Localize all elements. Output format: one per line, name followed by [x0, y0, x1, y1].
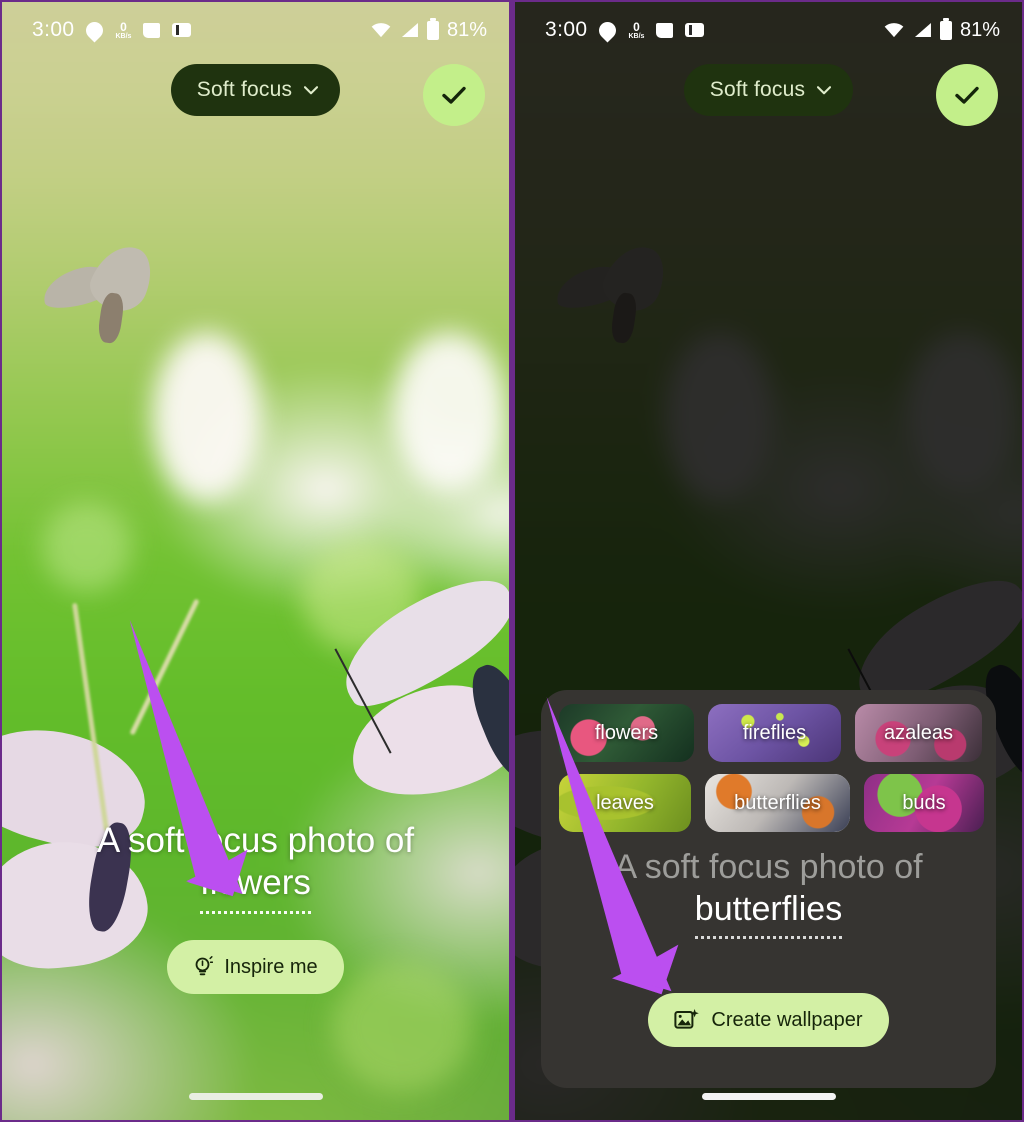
prompt-prefix: A soft focus photo of: [96, 820, 415, 860]
wifi-icon: [371, 23, 391, 38]
suggestion-chip-label: butterflies: [734, 791, 821, 814]
battery-percent: 81%: [446, 18, 487, 41]
status-bar-right: 81%: [883, 17, 1000, 42]
suggestion-chip-grid: flowersfirefliesazaleaspop leavesbutterf…: [541, 704, 996, 832]
network-rate-indicator: 0 KB/s: [115, 21, 131, 40]
suggestion-chip-azaleas[interactable]: azaleas: [855, 704, 982, 762]
battery-saver-icon: [685, 23, 705, 37]
network-rate-value: 0: [120, 19, 127, 34]
screenshot-stage: 3:00 0 KB/s 81% Soft focus A soft focus …: [0, 0, 1024, 1122]
cellular-signal-icon: [401, 22, 418, 38]
suggestion-chip-leaves[interactable]: leaves: [559, 774, 691, 832]
top-controls: Soft focus: [2, 64, 509, 126]
suggestion-chip-buds[interactable]: buds: [864, 774, 984, 832]
check-icon: [955, 86, 979, 104]
status-bar: 3:00 0 KB/s 81%: [515, 2, 1022, 58]
network-rate-unit: KB/s: [115, 32, 132, 40]
phone-screenshot-left: 3:00 0 KB/s 81% Soft focus A soft focus …: [0, 0, 512, 1122]
status-bar-right: 81%: [370, 17, 487, 42]
chevron-down-icon: [304, 85, 319, 94]
style-dropdown-label: Soft focus: [196, 78, 293, 101]
style-dropdown-button[interactable]: Soft focus: [170, 64, 341, 116]
status-time: 3:00: [32, 18, 75, 41]
confirm-button[interactable]: [423, 64, 485, 126]
prompt-editor-sheet: flowersfirefliesazaleaspop leavesbutterf…: [541, 690, 996, 1088]
suggestion-chip-flowers[interactable]: flowers: [559, 704, 694, 762]
top-controls: Soft focus: [515, 64, 1022, 126]
suggestion-chip-label: flowers: [594, 721, 659, 744]
style-dropdown-label: Soft focus: [709, 78, 806, 101]
suggestion-chip-butterflies[interactable]: butterflies: [705, 774, 850, 832]
home-indicator[interactable]: [188, 1093, 323, 1100]
battery-icon: [426, 17, 439, 40]
battery-icon: [939, 17, 952, 40]
network-rate-indicator: 0 KB/s: [628, 21, 644, 40]
prompt-keyword[interactable]: butterflies: [694, 888, 843, 940]
lightbulb-idea-icon: [195, 956, 214, 976]
prompt-prefix: A soft focus photo of: [614, 848, 923, 886]
suggestion-chip-label: fireflies: [742, 721, 807, 744]
image-sparkle-icon: [674, 1009, 700, 1029]
status-bar-left: 3:00 0 KB/s: [32, 17, 192, 43]
phone-screenshot-right: 3:00 0 KB/s 81% Soft focus flowers firef…: [512, 0, 1024, 1122]
wifi-icon: [884, 23, 904, 38]
bokeh-blob: [392, 332, 507, 492]
prompt-area-left: A soft focus photo of flowers Inspire me: [2, 820, 509, 994]
water-drop-icon: [595, 17, 621, 43]
network-rate-unit: KB/s: [628, 32, 645, 40]
inspire-me-button[interactable]: Inspire me: [167, 940, 344, 994]
chevron-down-icon: [817, 85, 832, 94]
bokeh-blob: [152, 332, 262, 502]
water-drop-icon: [82, 17, 108, 43]
suggestion-chip-fireflies[interactable]: fireflies: [708, 704, 841, 762]
app-notification-icon: [143, 22, 161, 38]
status-time: 3:00: [545, 18, 588, 41]
network-rate-value: 0: [633, 19, 640, 34]
sheet-cta-area: Create wallpaper: [541, 967, 996, 1048]
suggestion-chip-label: buds: [902, 791, 946, 814]
prompt-area-right: A soft focus photo of butterflies: [541, 846, 996, 940]
status-bar: 3:00 0 KB/s 81%: [2, 2, 509, 58]
prompt-keyword[interactable]: flowers: [200, 862, 311, 914]
bokeh-blob: [42, 502, 132, 592]
home-indicator[interactable]: [701, 1093, 836, 1100]
battery-saver-icon: [172, 23, 192, 37]
suggestion-chip-row: leavesbutterfliesbudsmari: [559, 774, 996, 832]
status-bar-left: 3:00 0 KB/s: [545, 17, 705, 43]
create-wallpaper-label: Create wallpaper: [711, 1008, 863, 1031]
confirm-button[interactable]: [936, 64, 998, 126]
battery-percent: 81%: [959, 18, 1000, 41]
cellular-signal-icon: [914, 22, 931, 38]
suggestion-chip-label: leaves: [596, 791, 654, 814]
create-wallpaper-button[interactable]: Create wallpaper: [648, 993, 889, 1048]
butterfly-silhouette: [38, 236, 172, 347]
inspire-me-label: Inspire me: [224, 955, 318, 978]
style-dropdown-button[interactable]: Soft focus: [683, 64, 854, 116]
suggestion-chip-row: flowersfirefliesazaleaspop: [559, 704, 996, 762]
check-icon: [442, 86, 466, 104]
suggestion-chip-label: azaleas: [884, 721, 953, 744]
app-notification-icon: [656, 22, 674, 38]
